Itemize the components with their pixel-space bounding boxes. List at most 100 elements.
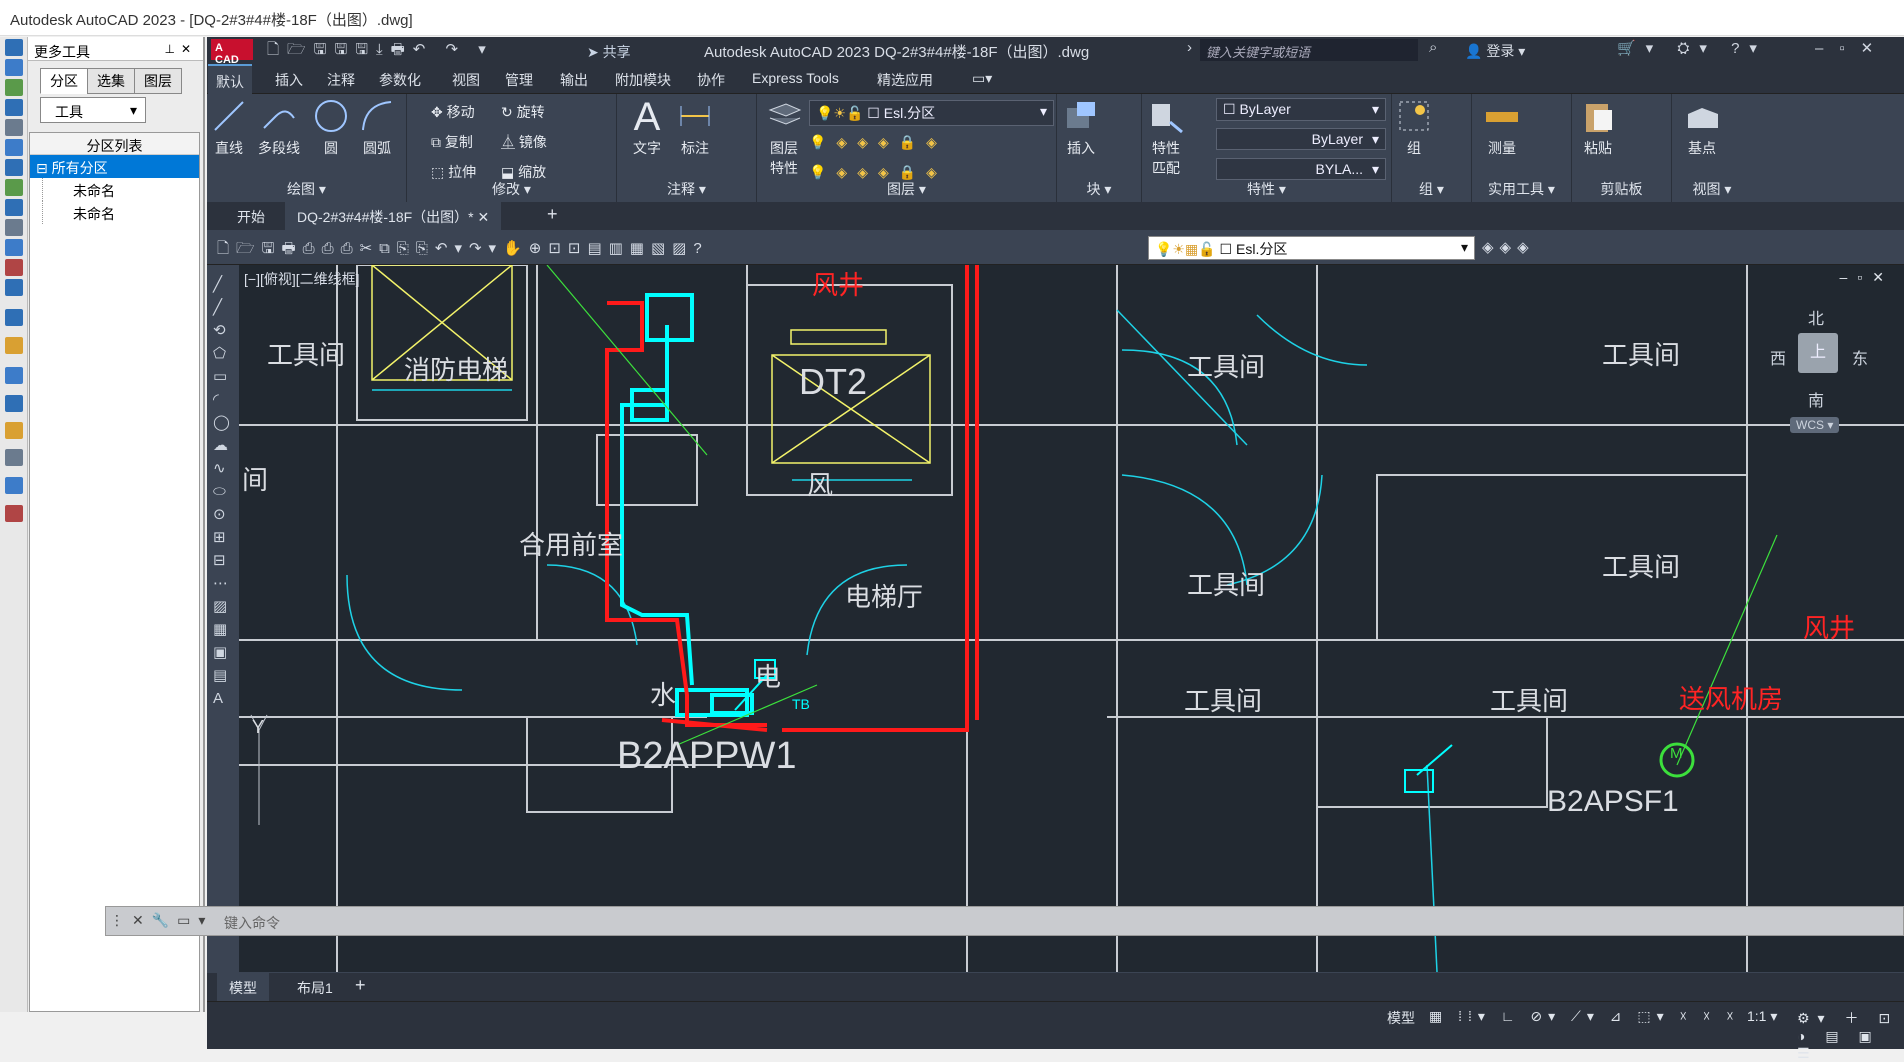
select-icon[interactable]: [5, 99, 23, 116]
palette-tab-partition[interactable]: 分区: [40, 68, 88, 94]
drawing-canvas[interactable]: ╱ ╱ ⟲ ⬠ ▭ ◜ ◯ ☁ ∿ ⬭ ⊙ ⊞ ⊟ ⋯ ▨ ▦ ▣ ▤ A [−][俯视][二维线框] 工具间 消防…: [207, 265, 1904, 972]
list-item[interactable]: 未命名: [42, 201, 199, 224]
model-space-button[interactable]: 模型: [1387, 1008, 1415, 1028]
list-item[interactable]: 未命名: [42, 178, 199, 201]
text-icon[interactable]: [5, 119, 23, 136]
find-icon[interactable]: [5, 239, 23, 256]
point-icon[interactable]: [5, 505, 23, 522]
view-group-label[interactable]: 视图 ▾: [1672, 179, 1752, 199]
ribbon-toggle-icon[interactable]: ▭▾: [972, 70, 992, 87]
dimension-button[interactable]: 标注: [675, 98, 715, 158]
tab-featured-apps[interactable]: 精选应用: [877, 70, 933, 90]
viewport-window-controls[interactable]: –▫✕: [1840, 269, 1894, 286]
window-controls[interactable]: –▫✕: [1815, 39, 1889, 61]
number-icon[interactable]: [5, 279, 23, 296]
block-group-label[interactable]: 块 ▾: [1057, 179, 1141, 199]
line-button[interactable]: 直线: [211, 98, 247, 158]
linetype-dropdown[interactable]: ByLayer ▾: [1216, 128, 1386, 150]
polygon-icon[interactable]: [5, 395, 23, 412]
compass-south[interactable]: 南: [1808, 387, 1824, 411]
tab-manage[interactable]: 管理: [505, 70, 533, 90]
block-icon[interactable]: [5, 159, 23, 176]
command-input[interactable]: 键入命令: [224, 913, 280, 933]
quick-access-icons[interactable]: 🗋🗁🖫🖫🖫⤓🖶↶ ↷ ▾: [267, 39, 494, 61]
layer-dropdown[interactable]: 💡☀🔓 ☐ Esl.分区 ▾: [809, 100, 1054, 126]
palette-tab-layer[interactable]: 图层: [134, 68, 182, 94]
view-cube[interactable]: 北 西 上 东 南 WCS ▾: [1770, 305, 1870, 433]
paste-button[interactable]: 粘贴: [1578, 98, 1618, 158]
properties-group-label[interactable]: 特性 ▾: [1142, 179, 1391, 199]
new-tab-button[interactable]: +: [547, 204, 558, 225]
tab-view[interactable]: 视图: [452, 70, 480, 90]
insert-button[interactable]: 插入: [1061, 98, 1101, 158]
command-line-icons[interactable]: ⋮✕🔧▭▾: [110, 912, 213, 929]
tab-default[interactable]: 默认: [208, 64, 252, 94]
text-style-icon[interactable]: [5, 449, 23, 466]
tab-output[interactable]: 输出: [560, 70, 588, 90]
cart-icon[interactable]: 🛒▾ ⛭▾ ?▾: [1617, 39, 1767, 61]
rotate-button[interactable]: ↻ 旋转: [501, 102, 545, 122]
tab-model[interactable]: 模型: [217, 973, 269, 1001]
tab-annotate[interactable]: 注释: [327, 70, 355, 90]
palette-tab-selection[interactable]: 选集: [87, 68, 135, 94]
autocad-logo[interactable]: A CAD: [211, 39, 253, 66]
move-button[interactable]: ✥ 移动: [431, 102, 475, 122]
groups-group-label[interactable]: 组 ▾: [1392, 179, 1471, 199]
add-layout-button[interactable]: +: [355, 975, 366, 996]
layer-combo-toolbar[interactable]: 💡☀▦🔓 ☐ Esl.分区 ▾: [1148, 236, 1475, 260]
layers-group-label[interactable]: 图层 ▾: [757, 179, 1056, 199]
status-tool-icons[interactable]: ⚙▾ ＋ ⊡ ◑ ▤ ▣ ☰: [1797, 1008, 1904, 1062]
tab-start[interactable]: 开始: [237, 207, 265, 227]
view-icon[interactable]: [5, 139, 23, 156]
palette-window-buttons[interactable]: ⊥✕: [164, 42, 197, 56]
modify-group-label[interactable]: 修改 ▾: [407, 179, 616, 199]
ruler-icon[interactable]: [5, 337, 23, 354]
collapse-icon[interactable]: ⊟: [36, 160, 52, 176]
arc-button[interactable]: 圆弧: [357, 98, 397, 158]
grid-snap-icons[interactable]: ▦ ⁞⁞▾ ∟ ⊘▾ ⟋▾ ⊿ ⬚▾ ☓ ☓ ☓: [1429, 1008, 1740, 1025]
delete-icon[interactable]: [5, 259, 23, 276]
copy-button[interactable]: ⧉ 复制: [431, 132, 473, 152]
text-button[interactable]: A 文字: [627, 96, 667, 158]
zoom-icon[interactable]: [5, 179, 23, 196]
tab-parametric[interactable]: 参数化: [379, 70, 421, 90]
login-button[interactable]: 👤 登录 ▾: [1465, 41, 1525, 61]
color-dropdown[interactable]: ☐ ByLayer ▾: [1216, 98, 1386, 121]
lineweight-dropdown[interactable]: BYLA... ▾: [1216, 158, 1386, 180]
match-properties-button[interactable]: 特性 匹配: [1146, 98, 1186, 178]
base-view-button[interactable]: 基点: [1680, 98, 1724, 158]
dimension-icon[interactable]: [5, 477, 23, 494]
layer-icon[interactable]: [5, 79, 23, 96]
help-search-input[interactable]: 键入关键字或短语: [1200, 39, 1418, 61]
table-icon[interactable]: [5, 309, 23, 326]
compass-north[interactable]: 北: [1808, 305, 1824, 329]
tab-drawing[interactable]: DQ-2#3#4#楼-18F（出图）* ✕: [285, 202, 502, 230]
compass-east[interactable]: 东: [1852, 345, 1868, 369]
tab-insert[interactable]: 插入: [275, 70, 303, 90]
grid-icon[interactable]: [5, 219, 23, 236]
group-button[interactable]: 组: [1396, 98, 1432, 158]
tab-express-tools[interactable]: Express Tools: [752, 70, 839, 86]
palette-tool-dropdown[interactable]: 工具 ▾: [40, 97, 146, 123]
circle-button[interactable]: 圆: [311, 98, 351, 158]
close-icon[interactable]: ✕: [478, 209, 490, 225]
measure-button[interactable]: 测量: [1480, 98, 1524, 158]
standard-toolbar-icons[interactable]: 🗋🗁🖫🖶⎙⎙⎙✂⧉⎘⎘↶▾↷▾✋⊕⊡⊡▤▥▦▧▨?: [217, 238, 709, 263]
tab-collaborate[interactable]: 协作: [697, 70, 725, 90]
search-icon[interactable]: ⌕: [1429, 39, 1437, 61]
view-cube-top[interactable]: 上: [1798, 333, 1838, 373]
tab-addins[interactable]: 附加模块: [615, 70, 671, 90]
layer-properties-button[interactable]: 图层 特性: [765, 98, 803, 178]
annotation-scale[interactable]: 1:1 ▾: [1747, 1008, 1777, 1025]
command-line[interactable]: ⋮✕🔧▭▾ 键入命令: [105, 906, 1904, 936]
annotation-group-label[interactable]: 注释 ▾: [617, 179, 756, 199]
undo-icon[interactable]: [5, 199, 23, 216]
polyline-button[interactable]: 多段线: [255, 98, 303, 158]
edit-icon[interactable]: [5, 367, 23, 384]
save-icon[interactable]: [5, 59, 23, 76]
layer-toolbar-icons[interactable]: ◈◈◈: [1482, 238, 1535, 256]
compass-west[interactable]: 西: [1770, 345, 1786, 369]
draw-group-label[interactable]: 绘图 ▾: [207, 179, 406, 199]
tab-layout1[interactable]: 布局1: [297, 978, 333, 998]
list-item[interactable]: ⊟ 所有分区: [30, 155, 199, 178]
